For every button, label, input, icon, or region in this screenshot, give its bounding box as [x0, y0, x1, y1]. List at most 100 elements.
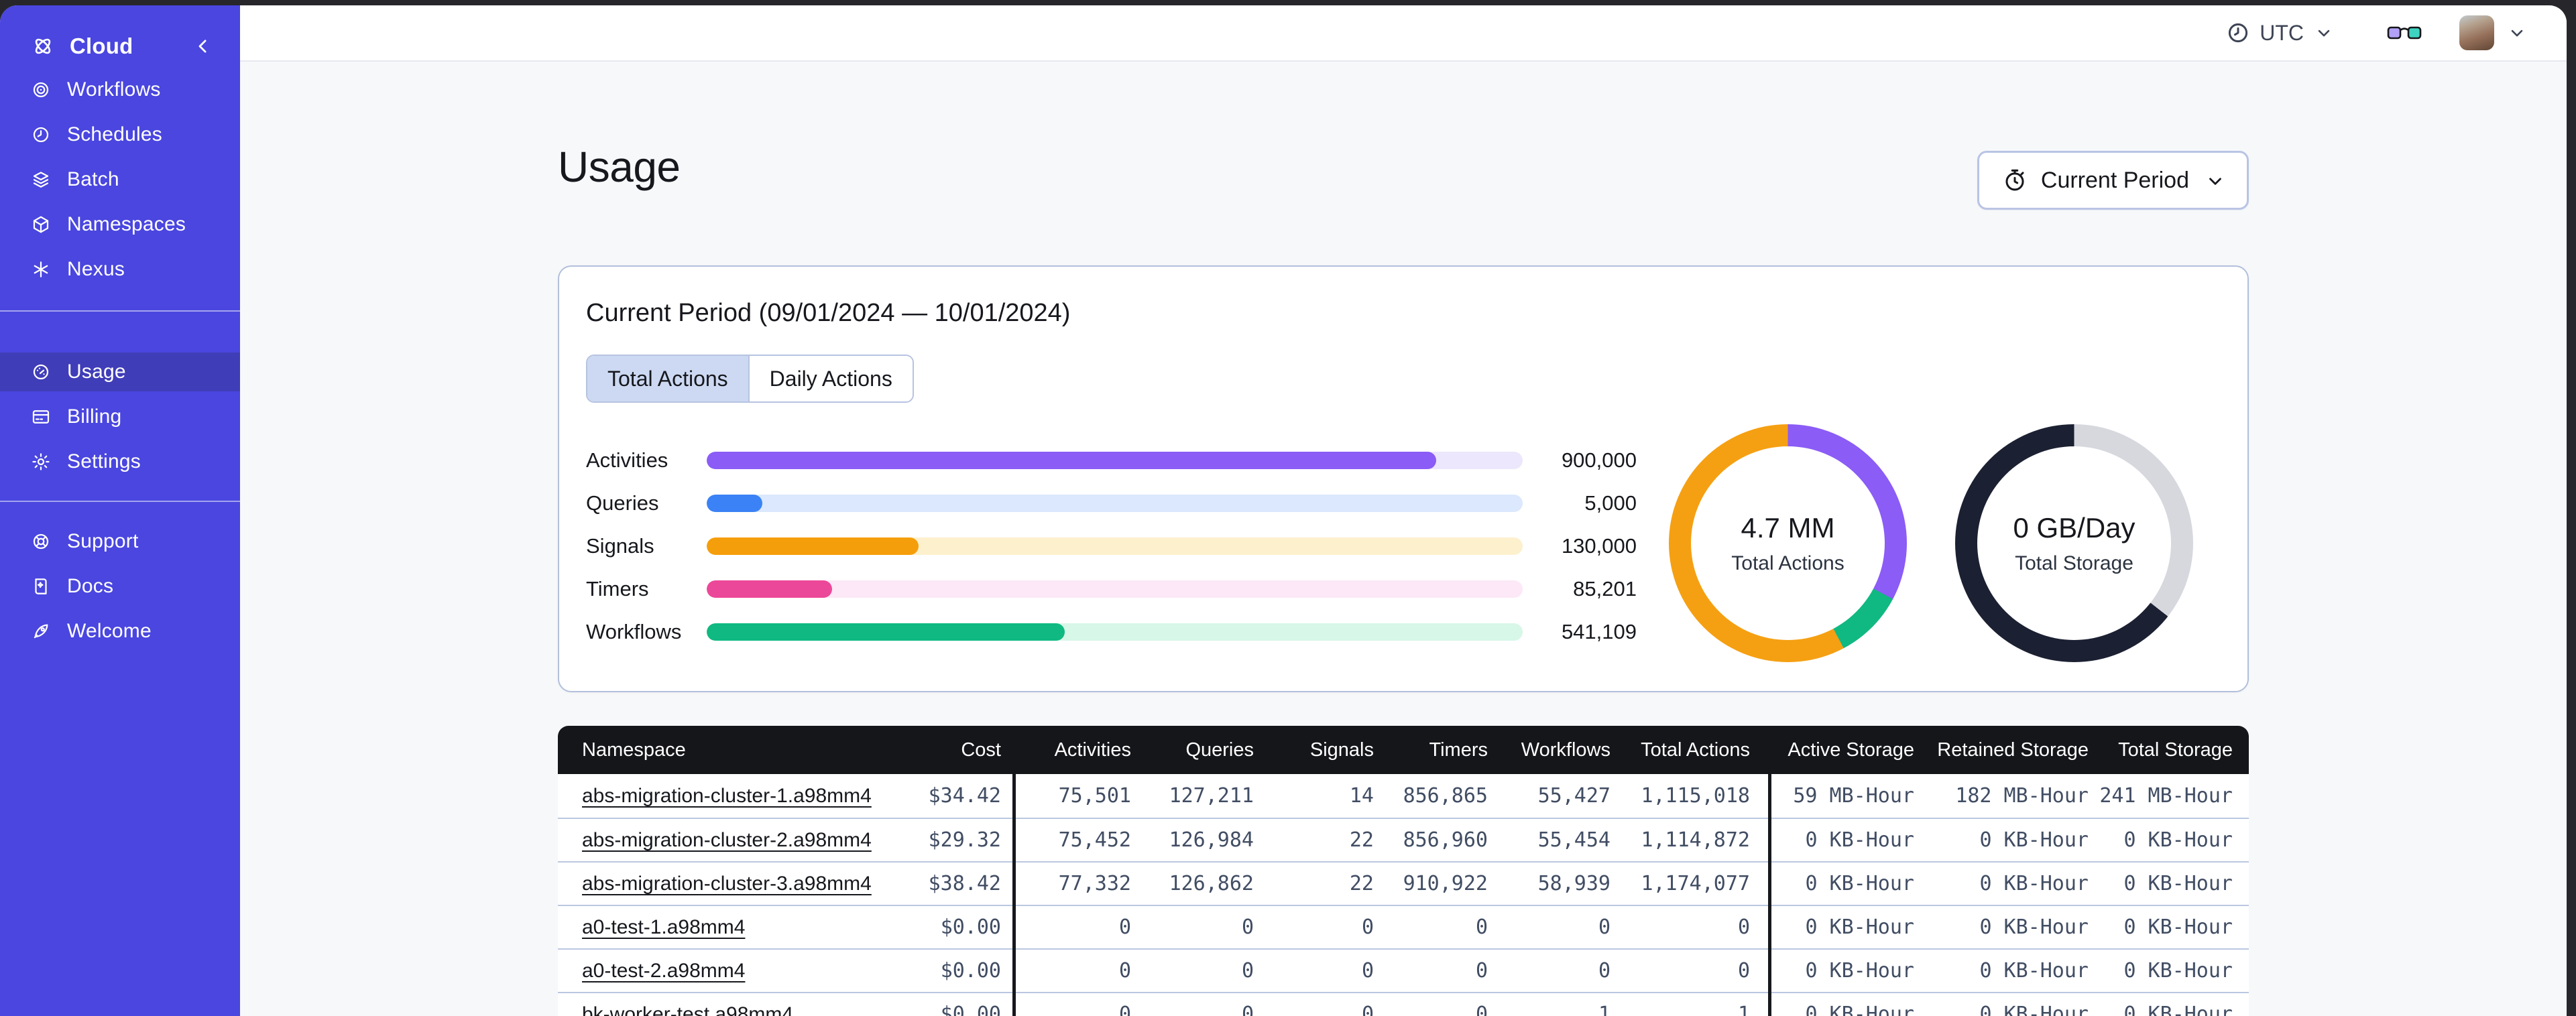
table-divider — [1768, 774, 1771, 1016]
sidebar-collapse-icon[interactable] — [193, 36, 213, 56]
bar-label: Timers — [586, 577, 649, 600]
app-window: Cloud Workflows Schedules Batch Namespac… — [0, 5, 2567, 1016]
namespace-link[interactable]: abs-migration-cluster-2.a98mm4 — [582, 829, 872, 851]
table-cell: 22 — [1349, 872, 1374, 895]
namespace-usage-table: Namespace Cost Activities Queries Signal… — [558, 726, 2249, 1016]
namespace-cell: bk-worker-test.a98mm4 — [558, 1003, 920, 1016]
period-selector-button[interactable]: Current Period — [1977, 151, 2249, 210]
namespace-link[interactable]: abs-migration-cluster-1.a98mm4 — [582, 785, 872, 807]
table-header: Namespace Cost Activities Queries Signal… — [558, 726, 2249, 774]
table-cell: 856,960 — [1403, 828, 1488, 852]
main-content: Usage Current Period Current Period (09/… — [240, 63, 2567, 1016]
timezone-selector[interactable]: UTC — [2226, 21, 2333, 46]
table-cell: 0 KB-Hour — [1979, 1003, 2089, 1016]
life-ring-icon — [31, 531, 51, 552]
namespace-link[interactable]: a0-test-2.a98mm4 — [582, 960, 745, 982]
sidebar-item-label: Workflows — [67, 78, 161, 101]
sidebar-item-settings[interactable]: Settings — [0, 442, 240, 481]
table-cell: 1,115,018 — [1641, 784, 1750, 808]
sidebar-item-label: Usage — [67, 361, 126, 383]
namespace-cell: abs-migration-cluster-3.a98mm4 — [558, 872, 920, 895]
table-cell: 0 KB-Hour — [2123, 828, 2233, 852]
table-cell: 77,332 — [1058, 872, 1131, 895]
sidebar-account-nav: Usage Billing Settings — [0, 353, 240, 487]
bar-fill — [707, 623, 1065, 641]
user-menu-chevron-icon[interactable] — [2508, 23, 2526, 42]
sidebar-item-billing[interactable]: Billing — [0, 397, 240, 436]
table-cell: 910,922 — [1403, 872, 1488, 895]
table-cell: $0.00 — [940, 959, 1001, 982]
table-row: abs-migration-cluster-2.a98mm4 $29.32 75,4… — [558, 818, 2249, 861]
bar-label: Workflows — [586, 620, 682, 643]
table-cell: 0 KB-Hour — [1805, 959, 1914, 982]
table-cell: 75,452 — [1058, 828, 1131, 852]
bar-label: Activities — [586, 448, 668, 472]
namespaces-icon — [31, 214, 51, 235]
table-cell: 0 — [1475, 915, 1488, 939]
sidebar-item-namespaces[interactable]: Namespaces — [0, 202, 240, 247]
namespace-link[interactable]: bk-worker-test.a98mm4 — [582, 1003, 793, 1016]
tab-daily-actions[interactable]: Daily Actions — [748, 356, 913, 401]
topbar: UTC — [240, 5, 2567, 62]
bar-label: Signals — [586, 534, 654, 558]
table-cell: 55,427 — [1537, 784, 1611, 808]
workflows-icon — [31, 80, 51, 100]
table-divider — [1012, 774, 1016, 1016]
table-cell: 0 KB-Hour — [1805, 872, 1914, 895]
table-cell: 0 KB-Hour — [1805, 915, 1914, 939]
col-header-namespace: Namespace — [582, 739, 686, 761]
bar-row-workflows: Workflows 541,109 — [586, 611, 1637, 653]
bar-track — [707, 580, 1523, 598]
table-cell: 856,865 — [1403, 784, 1488, 808]
namespace-cell: abs-migration-cluster-2.a98mm4 — [558, 828, 920, 852]
table-cell: 0 KB-Hour — [2123, 959, 2233, 982]
sidebar: Cloud Workflows Schedules Batch Namespac… — [0, 5, 240, 1016]
table-cell: 0 — [1241, 959, 1254, 982]
tab-total-actions[interactable]: Total Actions — [587, 356, 748, 401]
table-cell: 241 MB-Hour — [2099, 784, 2233, 808]
batch-icon — [31, 170, 51, 190]
sidebar-item-support[interactable]: Support — [0, 522, 240, 561]
bar-fill — [707, 452, 1436, 469]
sidebar-item-batch[interactable]: Batch — [0, 157, 240, 202]
donut-value: 4.7 MM — [1741, 511, 1835, 544]
table-cell: 0 — [1118, 1003, 1131, 1016]
table-cell: 127,211 — [1169, 784, 1254, 808]
bar-fill — [707, 580, 833, 598]
table-cell: 0 — [1737, 915, 1750, 939]
table-cell: $38.42 — [928, 872, 1001, 895]
bar-row-timers: Timers 85,201 — [586, 568, 1637, 611]
sidebar-item-workflows[interactable]: Workflows — [0, 67, 240, 112]
table-cell: $0.00 — [940, 915, 1001, 939]
sidebar-item-label: Welcome — [67, 620, 152, 642]
table-row: abs-migration-cluster-1.a98mm4 $34.42 75,5… — [558, 774, 2249, 818]
table-row: a0-test-2.a98mm4 $0.00 0 0 0 0 0 0 0 KB-Hour 0 KB… — [558, 948, 2249, 992]
sidebar-item-schedules[interactable]: Schedules — [0, 112, 240, 157]
feedback-glasses-icon[interactable] — [2387, 24, 2422, 42]
bar-fill — [707, 495, 762, 512]
table-cell: 59 MB-Hour — [1793, 784, 1914, 808]
current-period-card: Current Period (09/01/2024 — 10/01/2024)… — [558, 265, 2249, 692]
sidebar-item-welcome[interactable]: Welcome — [0, 612, 240, 651]
user-avatar[interactable] — [2459, 15, 2494, 50]
bar-track — [707, 623, 1523, 641]
sidebar-item-nexus[interactable]: Nexus — [0, 247, 240, 292]
namespace-link[interactable]: a0-test-1.a98mm4 — [582, 916, 745, 938]
table-row: a0-test-1.a98mm4 $0.00 0 0 0 0 0 0 0 KB-Hour 0 KB… — [558, 905, 2249, 948]
schedules-icon — [31, 125, 51, 145]
sidebar-divider — [0, 310, 240, 312]
table-cell: 0 — [1361, 959, 1374, 982]
sidebar-item-usage[interactable]: Usage — [0, 353, 240, 391]
namespace-link[interactable]: abs-migration-cluster-3.a98mm4 — [582, 873, 872, 895]
sidebar-item-docs[interactable]: Docs — [0, 567, 240, 606]
temporal-logo-icon — [31, 34, 55, 58]
namespace-cell: a0-test-2.a98mm4 — [558, 959, 920, 982]
table-cell: 0 KB-Hour — [2123, 872, 2233, 895]
sidebar-brand[interactable]: Cloud — [0, 25, 240, 68]
table-cell: 0 KB-Hour — [1979, 872, 2089, 895]
table-cell: 0 — [1241, 1003, 1254, 1016]
bar-row-signals: Signals 130,000 — [586, 525, 1637, 568]
table-cell: $0.00 — [940, 1003, 1001, 1016]
timezone-label: UTC — [2260, 20, 2304, 45]
nexus-icon — [31, 259, 51, 279]
